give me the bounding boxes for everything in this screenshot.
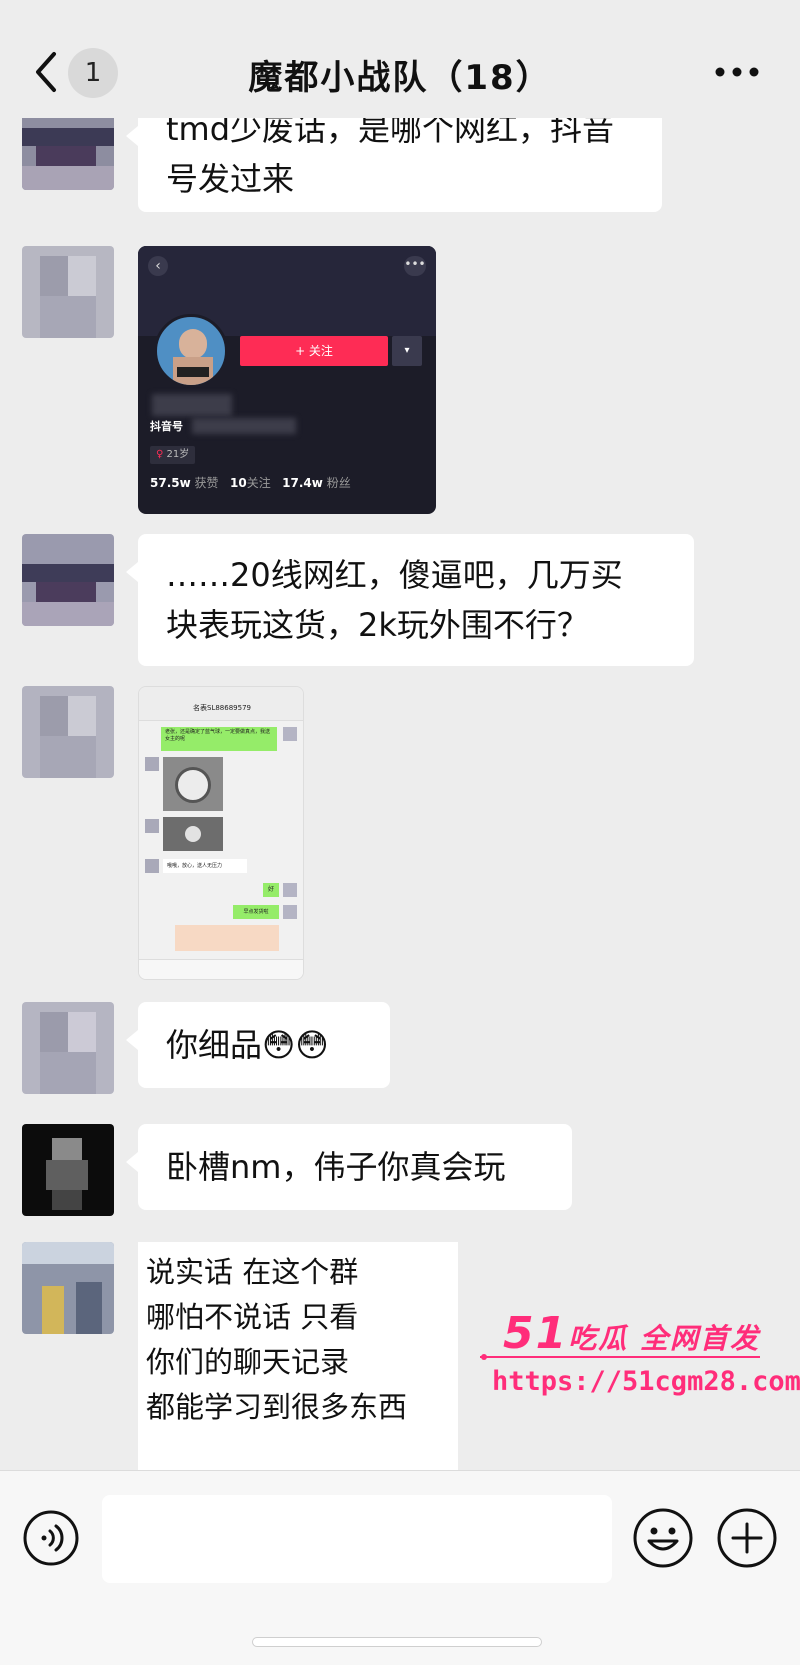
inner-bubble: 早点发货啦 (233, 905, 279, 919)
blurred-username (152, 394, 232, 416)
watermark-circuit-line (480, 1354, 760, 1360)
input-toolbar (0, 1470, 800, 1665)
flushed-emoji: 😳 (262, 1026, 296, 1064)
inner-bubble: 老张，还是确定了蓝气球，一定要做真点，我送女主的呢 (161, 727, 277, 751)
avatar[interactable] (22, 686, 114, 778)
plus-icon[interactable] (716, 1507, 778, 1569)
message-text: ……20线网红，傻逼吧，几万买 (166, 556, 623, 594)
follow-button: + 关注 (240, 336, 388, 366)
chat-header: 1 魔都小战队（18） (0, 0, 800, 118)
avatar[interactable] (22, 1002, 114, 1094)
inner-avatar (283, 883, 297, 897)
watermark: 51吃瓜 全网首发 https://51cgm28.com (480, 1308, 800, 1408)
home-indicator[interactable] (252, 1637, 542, 1647)
inner-bubble: 哦哦，放心，送人无压力 (163, 859, 247, 873)
transfer-card (175, 925, 279, 951)
message-text: 说实话 在这个群 (146, 1255, 359, 1289)
message-bubble[interactable]: tmd少废话，是哪个网红，抖音 号发过来 (126, 118, 662, 212)
profile-screenshot-image[interactable]: ‹ ••• + 关注 ▾ 抖音号 ♀ 21岁 57.5w 获赞 10关注 17.… (138, 246, 436, 514)
message-text: 哪怕不说话 只看 (146, 1300, 359, 1334)
message-bubble[interactable]: 卧槽nm，伟子你真会玩 (126, 1124, 572, 1210)
inner-avatar (145, 859, 159, 873)
avatar[interactable] (22, 1242, 114, 1334)
video-thumbnail (163, 817, 223, 851)
avatar[interactable] (22, 534, 114, 626)
inner-avatar (145, 819, 159, 833)
avatar[interactable] (22, 1124, 114, 1216)
chat-list[interactable]: tmd少废话，是哪个网红，抖音 号发过来 ‹ ••• + 关注 ▾ 抖音号 ♀ … (0, 118, 800, 1470)
inner-input-bar (139, 959, 303, 979)
avatar[interactable] (22, 246, 114, 338)
message-text: 号发过来 (166, 160, 295, 198)
page-title: 魔都小战队（18） (248, 58, 552, 98)
inner-title: 名表SL88689579 (193, 704, 251, 712)
message-text: 你们的聊天记录 (146, 1345, 350, 1379)
flushed-emoji: 😳 (295, 1026, 329, 1064)
profile-more-icon: ••• (404, 256, 426, 276)
more-icon[interactable] (714, 60, 760, 84)
message-bubble[interactable]: ……20线网红，傻逼吧，几万买 块表玩这货，2k玩外围不行？ (126, 534, 694, 666)
message-bubble[interactable]: 你细品😳😳 (126, 1002, 390, 1088)
inner-avatar (283, 727, 297, 741)
dropdown-icon: ▾ (392, 336, 422, 366)
inner-bubble: 好 (263, 883, 279, 897)
message-bubble[interactable]: 说实话 在这个群 哪怕不说话 只看 你们的聊天记录 都能学习到很多东西 (138, 1242, 458, 1470)
profile-stats: 57.5w 获赞 10关注 17.4w 粉丝 (150, 476, 351, 490)
blurred-id (192, 418, 296, 434)
message-text: 都能学习到很多东西 (146, 1390, 408, 1424)
message-text: 你细品 (166, 1026, 263, 1064)
message-text: 卧槽nm，伟子你真会玩 (166, 1148, 506, 1186)
message-text: tmd少废话，是哪个网红，抖音 (166, 118, 615, 148)
avatar[interactable] (22, 118, 114, 190)
watermark-url: https://51cgm28.com (492, 1366, 800, 1397)
profile-back-icon: ‹ (148, 256, 168, 276)
message-input[interactable] (102, 1495, 612, 1583)
voice-icon[interactable] (22, 1509, 80, 1567)
inner-avatar (145, 757, 159, 771)
profile-avatar (154, 314, 228, 388)
inner-avatar (283, 905, 297, 919)
chat-screenshot-image[interactable]: 名表SL88689579 老张，还是确定了蓝气球，一定要做真点，我送女主的呢 哦… (138, 686, 304, 980)
message-text: 块表玩这货，2k玩外围不行？ (166, 606, 589, 644)
watch-photo (163, 757, 223, 811)
emoji-icon[interactable] (632, 1507, 694, 1569)
age-tag: ♀ 21岁 (150, 446, 196, 464)
platform-label: 抖音号 (150, 420, 183, 433)
